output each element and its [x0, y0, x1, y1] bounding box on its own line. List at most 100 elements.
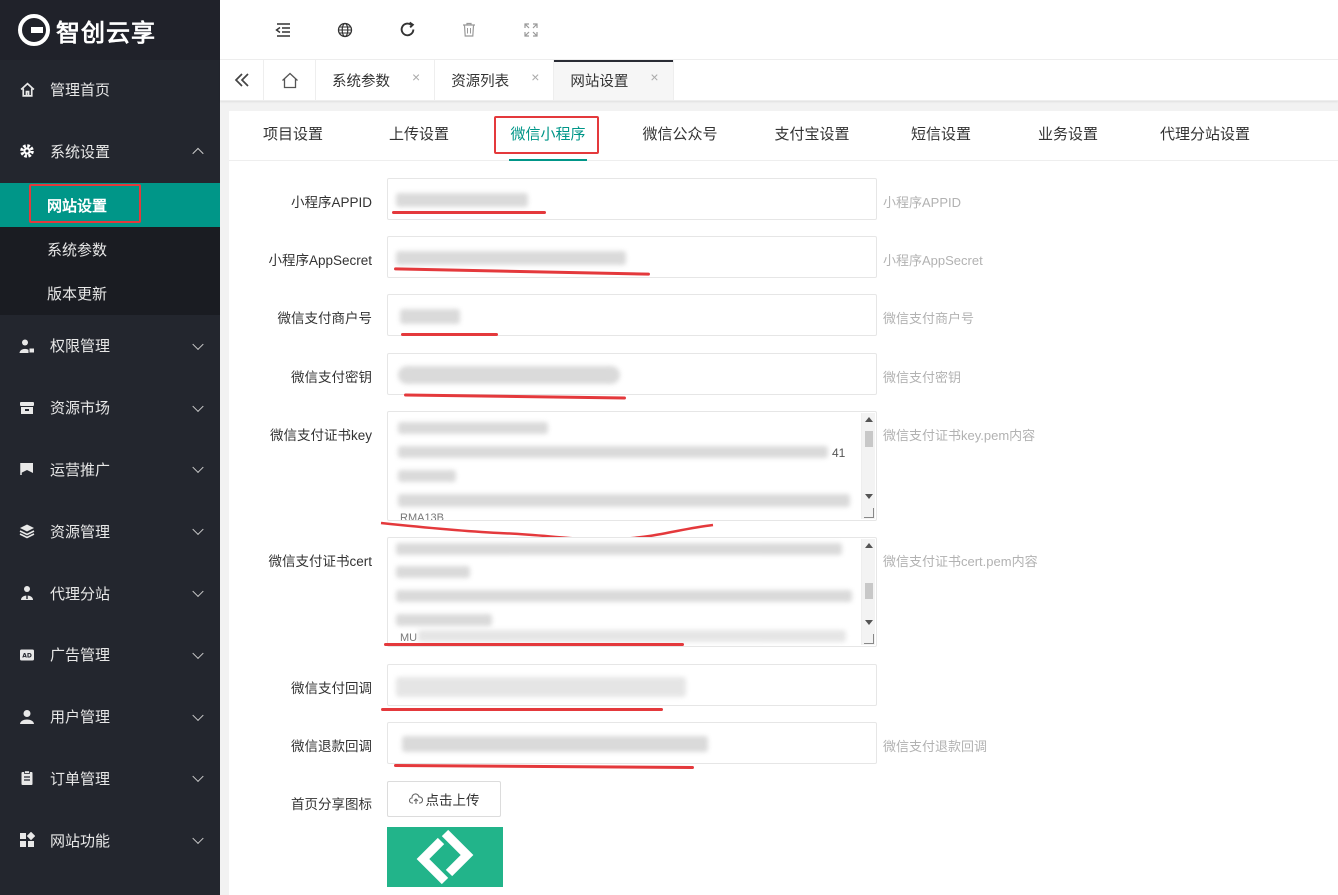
chevron-down-icon	[192, 833, 204, 845]
sidebar-item-resource-management[interactable]: 资源管理	[0, 500, 220, 562]
sidebar-item-site-functions[interactable]: 网站功能	[0, 809, 220, 871]
tab-sms-settings[interactable]: 短信设置	[909, 111, 973, 161]
scroll-up-icon	[865, 417, 873, 422]
tab-wechat-official-account[interactable]: 微信公众号	[641, 111, 719, 161]
scroll-thumb[interactable]	[865, 431, 873, 447]
paykey-hint: 微信支付密钥	[883, 370, 962, 385]
indent-icon	[275, 22, 290, 37]
chevron-down-icon	[192, 647, 204, 659]
sidebar-item-home[interactable]: 管理首页	[0, 60, 220, 119]
sidebar-item-label: 资源管理	[50, 523, 111, 541]
sidebar-item-system-settings[interactable]: 系统设置	[0, 119, 220, 183]
tab-alipay-settings[interactable]: 支付宝设置	[773, 111, 851, 161]
tab-resource-list[interactable]: 资源列表 ×	[435, 60, 555, 100]
redacted-value	[398, 366, 620, 384]
upload-button[interactable]: 点击上传	[387, 781, 501, 817]
ad-icon: AD	[18, 646, 36, 664]
sidebar: 智创云享 管理首页 系统设置 网站设置 系统参数 版本更新 权限管理 资源市场 …	[0, 0, 220, 895]
scroll-up-icon	[865, 543, 873, 548]
sidebar-subitem-system-params[interactable]: 系统参数	[0, 227, 220, 271]
redacted-value	[398, 446, 828, 458]
notify-input[interactable]	[387, 664, 877, 706]
sidebar-item-resource-market[interactable]: 资源市场	[0, 377, 220, 439]
certkey-label: 微信支付证书key	[269, 428, 372, 443]
tab-business-settings[interactable]: 业务设置	[1036, 111, 1100, 161]
globe-icon	[337, 22, 353, 37]
certkey-fragment: 41	[832, 446, 846, 460]
tab-upload-settings[interactable]: 上传设置	[388, 111, 450, 161]
share-icon-preview[interactable]	[387, 827, 503, 887]
tabs-scroll-left-button[interactable]	[220, 60, 264, 100]
refund-input[interactable]	[387, 722, 877, 764]
sidebar-submenu: 网站设置 系统参数 版本更新	[0, 183, 220, 315]
sidebar-item-order-management[interactable]: 订单管理	[0, 748, 220, 810]
mchid-label: 微信支付商户号	[277, 311, 373, 326]
certpem-scrollbar[interactable]	[861, 539, 875, 645]
chevron-down-icon	[192, 400, 204, 412]
redacted-value	[396, 566, 470, 578]
chevron-down-icon	[192, 524, 204, 536]
appid-input[interactable]	[387, 178, 877, 220]
mchid-hint: 微信支付商户号	[883, 311, 975, 326]
page-tabbar: 系统参数 × 资源列表 × 网站设置 ×	[220, 60, 1338, 101]
layers-icon	[18, 522, 36, 540]
sidebar-item-label: 广告管理	[50, 647, 111, 665]
close-icon[interactable]: ×	[531, 69, 539, 85]
appsecret-hint: 小程序AppSecret	[883, 253, 983, 268]
redacted-value	[396, 677, 686, 697]
tab-system-params[interactable]: 系统参数 ×	[316, 60, 436, 100]
scroll-thumb[interactable]	[865, 583, 873, 599]
certkey-textarea[interactable]: 41 RMA13B	[387, 411, 877, 521]
sidebar-item-label: 系统设置	[50, 143, 111, 161]
close-icon[interactable]: ×	[412, 69, 420, 85]
sidebar-item-ad-management[interactable]: AD 广告管理	[0, 624, 220, 686]
share-icon-label: 首页分享图标	[291, 797, 372, 812]
sidebar-toggle-button[interactable]	[252, 0, 314, 60]
sidebar-subitem-site-settings[interactable]: 网站设置	[0, 183, 220, 227]
redacted-value	[396, 193, 528, 207]
tab-project-settings[interactable]: 项目设置	[262, 111, 324, 161]
tab-site-settings[interactable]: 网站设置 ×	[554, 60, 674, 100]
home-icon	[281, 72, 298, 88]
double-chevron-left-icon	[234, 73, 249, 87]
paykey-input[interactable]	[387, 353, 877, 395]
mchid-input[interactable]	[387, 294, 877, 336]
clear-cache-button[interactable]	[438, 0, 500, 60]
refresh-button[interactable]	[376, 0, 438, 60]
redacted-value	[396, 543, 842, 555]
certpem-textarea[interactable]: MU	[387, 537, 877, 647]
home-icon	[18, 81, 36, 99]
tab-agent-substation-settings[interactable]: 代理分站设置	[1158, 111, 1252, 161]
certkey-scrollbar[interactable]	[861, 413, 875, 519]
sidebar-item-label: 管理首页	[50, 82, 111, 99]
refund-hint: 微信支付退款回调	[883, 739, 988, 754]
site-home-button[interactable]	[314, 0, 376, 60]
logo[interactable]: 智创云享	[0, 0, 220, 60]
chevron-down-icon	[192, 709, 204, 721]
tab-home[interactable]	[264, 60, 316, 100]
appsecret-label: 小程序AppSecret	[268, 253, 372, 268]
annotation-underline	[381, 708, 663, 711]
settings-card: 项目设置 上传设置 微信小程序 微信公众号 支付宝设置 短信设置 业务设置 代理…	[229, 111, 1338, 895]
sidebar-item-user-management[interactable]: 用户管理	[0, 686, 220, 748]
sidebar-item-permissions[interactable]: 权限管理	[0, 315, 220, 377]
cloud-upload-icon	[408, 793, 423, 804]
close-icon[interactable]: ×	[650, 69, 658, 85]
sidebar-item-agent-substation[interactable]: 代理分站	[0, 562, 220, 624]
top-header	[220, 0, 1338, 60]
redacted-value	[398, 470, 456, 482]
refresh-icon	[400, 21, 414, 37]
sidebar-item-operations[interactable]: 运营推广	[0, 439, 220, 501]
tab-wechat-miniprogram[interactable]: 微信小程序	[509, 111, 587, 161]
scroll-down-icon	[865, 620, 873, 625]
resize-handle-icon[interactable]	[864, 634, 874, 644]
sidebar-subitem-version-update[interactable]: 版本更新	[0, 271, 220, 315]
redacted-value	[400, 309, 460, 324]
scroll-down-icon	[865, 494, 873, 499]
fullscreen-button[interactable]	[500, 0, 562, 60]
resize-handle-icon[interactable]	[864, 508, 874, 518]
trash-icon	[463, 22, 475, 37]
user-icon	[18, 708, 36, 726]
paykey-label: 微信支付密钥	[291, 370, 372, 385]
certpem-hint: 微信支付证书cert.pem内容	[883, 554, 1038, 569]
